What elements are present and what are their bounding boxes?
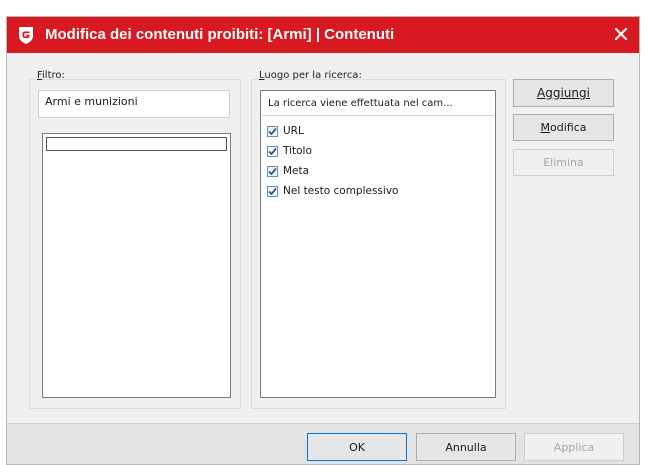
filter-list[interactable]: [42, 133, 231, 398]
ok-button-label: OK: [349, 440, 365, 454]
apply-button[interactable]: Applica: [524, 433, 624, 461]
checkbox-meta-label: Meta: [283, 165, 310, 177]
title-bar[interactable]: Modifica dei contenuti proibiti: [Armi] …: [7, 17, 639, 53]
edit-button[interactable]: Modifica: [513, 114, 614, 141]
checkbox-url-label: URL: [283, 125, 304, 137]
cancel-button[interactable]: Annulla: [416, 433, 516, 461]
add-button-label: Aggiungi: [537, 86, 590, 100]
checkbox-title[interactable]: Titolo: [267, 143, 312, 159]
ok-button[interactable]: OK: [307, 433, 407, 461]
checkbox-checked-icon[interactable]: [267, 185, 278, 197]
add-button[interactable]: Aggiungi: [513, 79, 614, 107]
g-data-shield-icon: [16, 25, 36, 45]
search-location-label: Luogo per la ricerca:: [259, 70, 362, 81]
apply-button-label: Applica: [553, 440, 595, 454]
delete-button-label: Elimina: [543, 156, 584, 169]
search-location-label-text: uogo per la ricerca:: [264, 70, 362, 81]
checkbox-full-text-label: Nel testo complessivo: [283, 185, 399, 197]
filter-input-value: Armi e munizioni: [45, 95, 138, 108]
dialog-window: Modifica dei contenuti proibiti: [Armi] …: [6, 16, 640, 465]
checkbox-checked-icon[interactable]: [267, 125, 278, 137]
delete-button[interactable]: Elimina: [513, 149, 614, 176]
checkbox-checked-icon[interactable]: [267, 165, 278, 177]
close-button[interactable]: [603, 17, 639, 53]
close-icon: [614, 27, 628, 44]
checkbox-url[interactable]: URL: [267, 123, 304, 139]
filter-input[interactable]: Armi e munizioni: [38, 90, 230, 118]
search-location-list[interactable]: La ricerca viene effettuata nel cam... U…: [260, 90, 496, 398]
checkbox-checked-icon[interactable]: [267, 145, 278, 157]
filter-label-text: iltro:: [42, 70, 65, 81]
dialog-footer: OK Annulla Applica: [7, 423, 639, 464]
checkbox-full-text[interactable]: Nel testo complessivo: [267, 183, 398, 199]
filter-label: Filtro:: [37, 70, 65, 81]
window-title: Modifica dei contenuti proibiti: [Armi] …: [45, 26, 395, 43]
edit-button-label: Modifica: [540, 121, 587, 134]
checkbox-title-label: Titolo: [283, 145, 312, 157]
list-item[interactable]: [46, 137, 227, 151]
checkbox-meta[interactable]: Meta: [267, 163, 309, 179]
cancel-button-label: Annulla: [445, 440, 487, 454]
list-column-header[interactable]: La ricerca viene effettuata nel cam...: [262, 92, 494, 116]
